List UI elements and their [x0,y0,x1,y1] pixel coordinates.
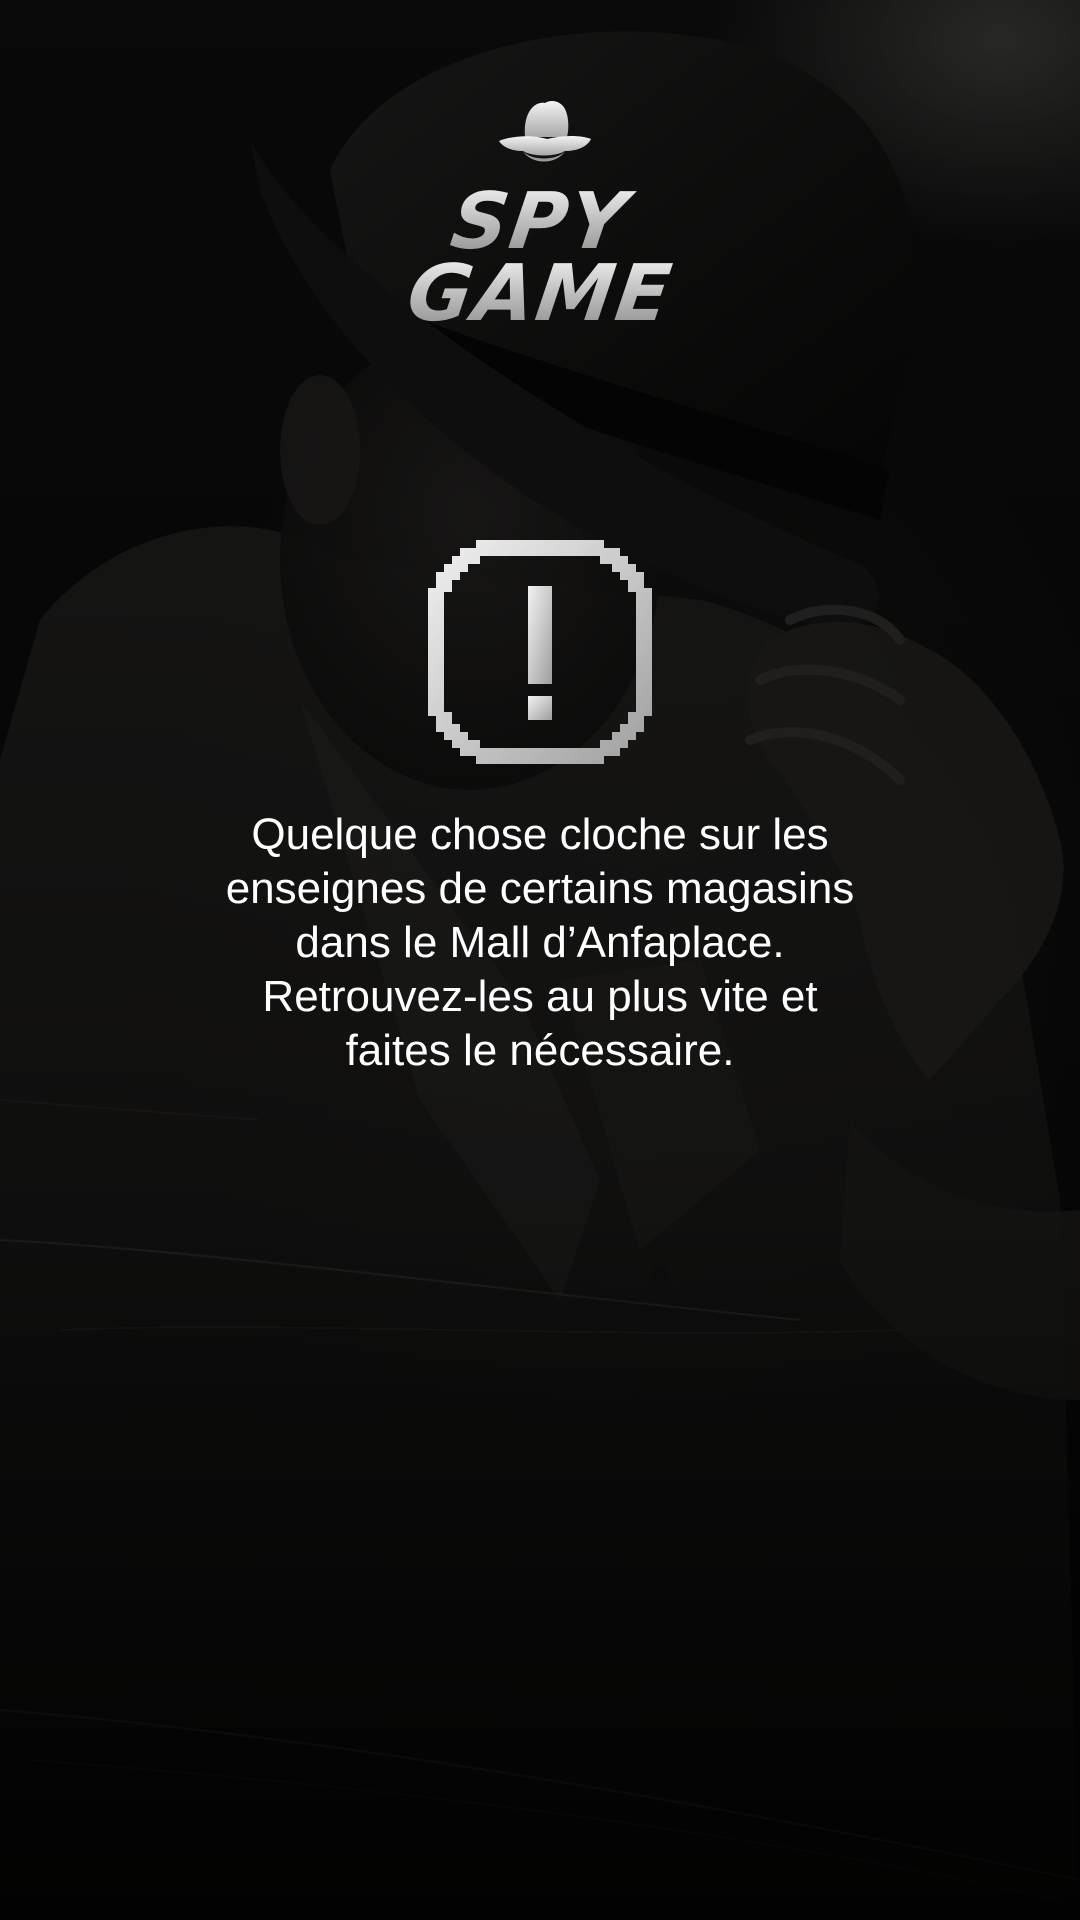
message-line: faites le nécessaire. [345,1026,735,1075]
spy-game-logo: SPY GAME [390,95,690,339]
message-line: dans le Mall d’Anfaplace. [295,918,785,967]
message-line: enseignes de certains magasins [225,864,855,913]
message-line: Retrouvez-les au plus vite et [262,972,818,1021]
spy-hat-icon [499,101,591,162]
game-screen: SPY GAME Quelque chose cloche sur les en… [0,0,1080,1920]
message-line: Quelque chose cloche sur les [251,810,829,859]
exclamation-alert-icon [428,540,652,764]
logo-text-game: GAME [385,249,696,339]
mission-message: Quelque chose cloche sur les enseignes d… [140,808,940,1078]
